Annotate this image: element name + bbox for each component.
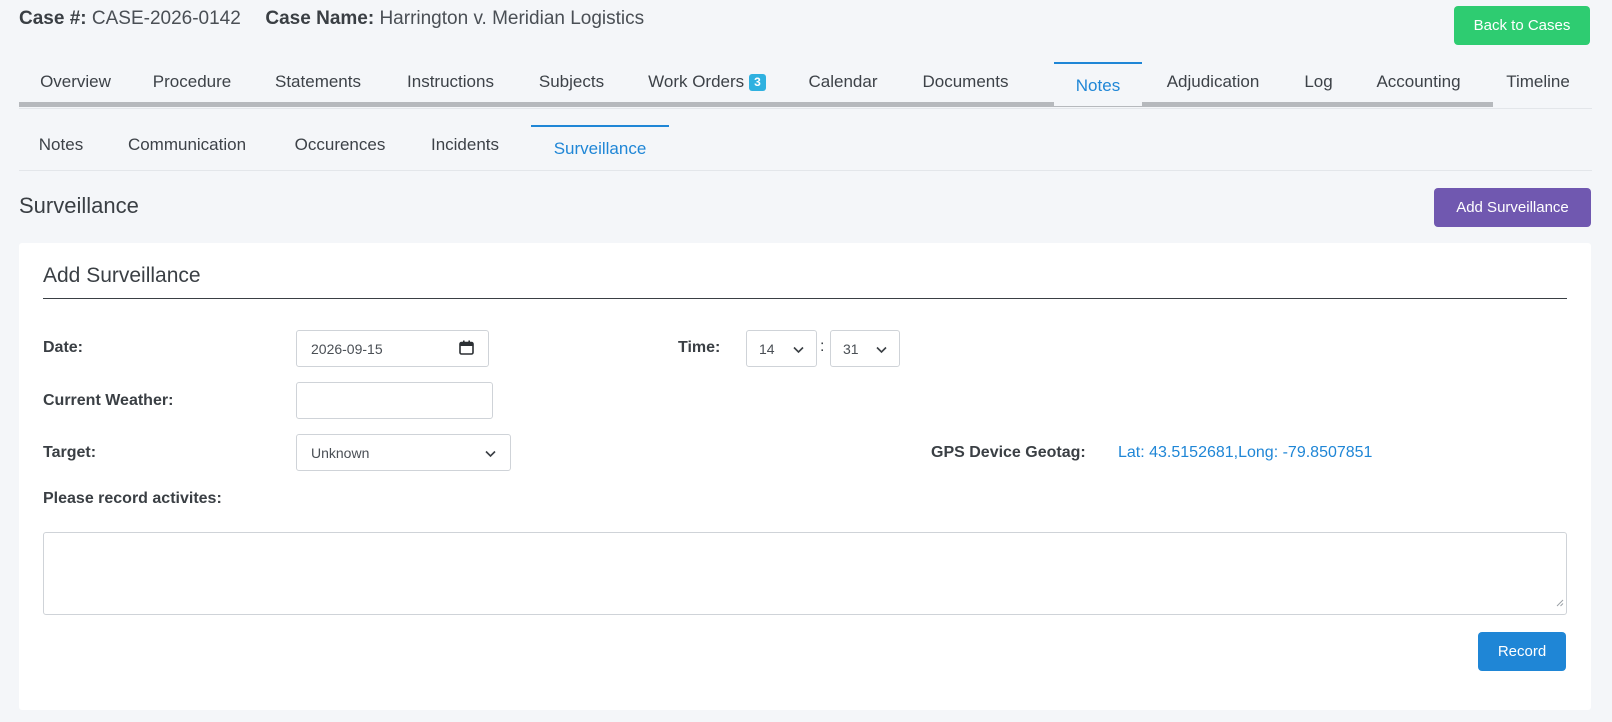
page: Case #: CASE-2026-0142 Case Name: Harrin…: [0, 0, 1612, 722]
resize-handle-icon[interactable]: [1556, 594, 1564, 612]
chevron-down-icon: [876, 341, 887, 357]
target-select[interactable]: Unknown: [296, 434, 511, 471]
tab-work-orders[interactable]: Work Orders 3: [626, 62, 788, 102]
activities-textarea[interactable]: [43, 532, 1567, 615]
subtab-communication[interactable]: Communication: [103, 125, 271, 165]
subtab-incidents[interactable]: Incidents: [409, 125, 521, 165]
main-tabs: Overview Procedure Statements Instructio…: [19, 62, 1592, 109]
tab-calendar[interactable]: Calendar: [788, 62, 898, 102]
subtab-occurences[interactable]: Occurences: [271, 125, 409, 165]
tab-documents[interactable]: Documents: [898, 62, 1033, 102]
target-label: Target:: [43, 444, 97, 461]
date-input[interactable]: 2026-09-15: [296, 330, 489, 367]
form-title: Add Surveillance: [43, 264, 201, 287]
case-number-label: Case #:: [19, 8, 87, 29]
case-name: Harrington v. Meridian Logistics: [379, 8, 645, 29]
title-divider: [43, 298, 1567, 299]
sub-tabs: Notes Communication Occurences Incidents…: [19, 125, 1592, 171]
back-to-cases-button[interactable]: Back to Cases: [1454, 6, 1590, 45]
tab-notes[interactable]: Notes: [1054, 62, 1142, 106]
gps-label: GPS Device Geotag:: [931, 444, 1086, 461]
weather-label: Current Weather:: [43, 392, 174, 409]
case-name-label: Case Name:: [265, 8, 375, 29]
case-number: CASE-2026-0142: [91, 8, 241, 29]
record-button[interactable]: Record: [1478, 632, 1566, 671]
weather-input[interactable]: [296, 382, 493, 419]
time-minute-value: 31: [843, 340, 859, 357]
time-separator: :: [820, 338, 825, 355]
case-header: Case #: CASE-2026-0142 Case Name: Harrin…: [19, 8, 644, 30]
activities-label: Please record activites:: [43, 490, 222, 507]
tabs-underline-bar: [19, 102, 1493, 107]
time-hour-select[interactable]: 14: [746, 330, 817, 367]
tab-timeline[interactable]: Timeline: [1484, 62, 1592, 102]
tab-statements[interactable]: Statements: [252, 62, 384, 102]
date-label: Date:: [43, 339, 84, 356]
section-title: Surveillance: [19, 193, 139, 218]
tab-instructions[interactable]: Instructions: [384, 62, 517, 102]
calendar-icon[interactable]: [459, 340, 474, 358]
tab-accounting[interactable]: Accounting: [1353, 62, 1484, 102]
chevron-down-icon: [485, 445, 496, 461]
work-orders-count-badge: 3: [749, 73, 766, 91]
add-surveillance-button[interactable]: Add Surveillance: [1434, 188, 1591, 227]
gps-geotag-value[interactable]: Lat: 43.5152681,Long: -79.8507851: [1118, 444, 1372, 462]
tab-adjudication[interactable]: Adjudication: [1142, 62, 1284, 102]
date-value: 2026-09-15: [311, 340, 383, 357]
subtab-notes[interactable]: Notes: [19, 125, 103, 165]
time-minute-select[interactable]: 31: [830, 330, 900, 367]
add-surveillance-card: Add Surveillance Date: 2026-09-15 Time: …: [19, 243, 1591, 710]
tab-procedure[interactable]: Procedure: [132, 62, 252, 102]
tab-work-orders-label: Work Orders: [648, 72, 745, 91]
target-value: Unknown: [311, 444, 370, 461]
chevron-down-icon: [793, 341, 804, 357]
tab-log[interactable]: Log: [1284, 62, 1353, 102]
subtab-surveillance[interactable]: Surveillance: [531, 125, 669, 169]
tab-overview[interactable]: Overview: [19, 62, 132, 102]
time-hour-value: 14: [759, 340, 775, 357]
tab-subjects[interactable]: Subjects: [517, 62, 626, 102]
time-label: Time:: [678, 339, 721, 356]
